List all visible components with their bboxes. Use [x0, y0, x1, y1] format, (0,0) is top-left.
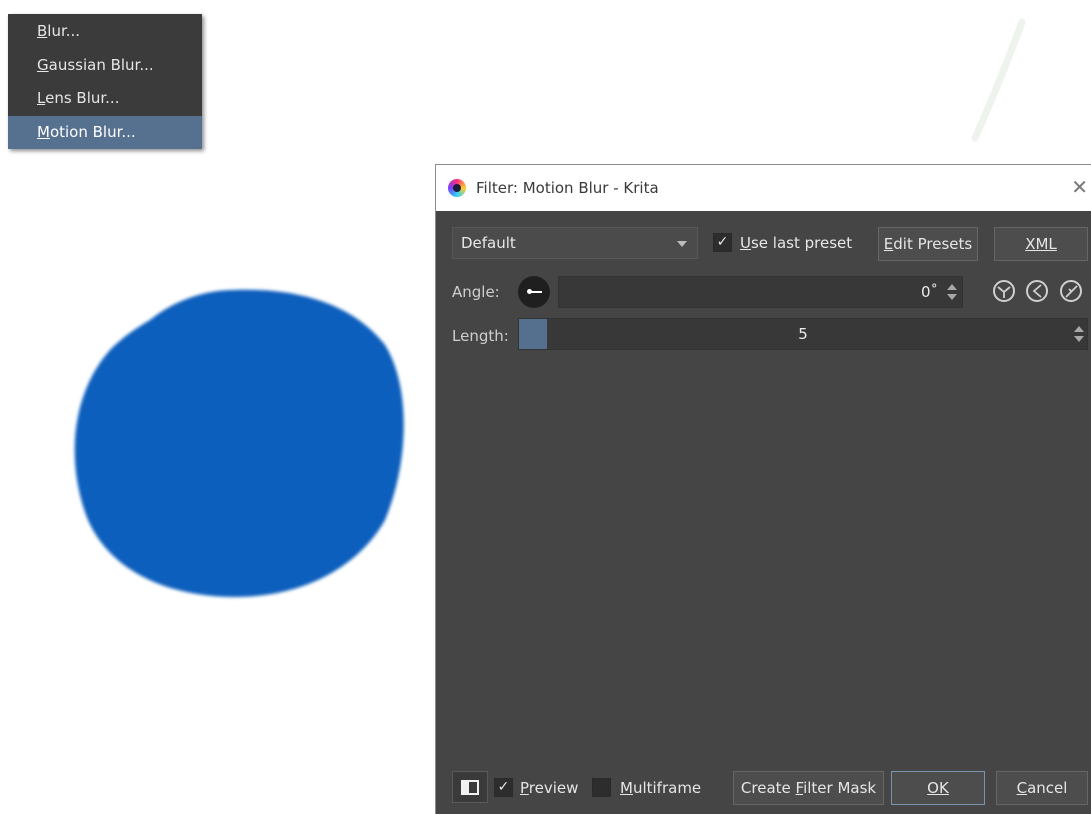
multiframe-mnemonic: M	[620, 779, 633, 797]
preset-select[interactable]: Default	[452, 227, 698, 259]
create-filter-mask-prefix: Create	[740, 779, 796, 797]
blue-paint-blob	[74, 289, 404, 598]
angle-dial-center	[527, 289, 532, 294]
blur-submenu: Blur... Gaussian Blur... Lens Blur... Mo…	[8, 14, 202, 149]
menu-item-motion-blur-label: otion Blur...	[49, 122, 136, 141]
motion-blur-dialog: Filter: Motion Blur - Krita ✕ Default ✓ …	[435, 164, 1091, 814]
menu-item-gaussian-blur[interactable]: Gaussian Blur...	[8, 49, 202, 83]
preview-text: review	[528, 779, 579, 797]
use-last-preset-checkbox[interactable]: ✓	[713, 233, 732, 252]
angle-reset-icon[interactable]	[1026, 280, 1048, 302]
menu-item-blur[interactable]: Blur...	[8, 15, 202, 49]
angle-label: Angle:	[452, 283, 500, 301]
angle-dial-icon[interactable]	[518, 276, 550, 308]
menu-item-motion-blur-mnemonic: M	[37, 122, 50, 141]
use-last-preset-label[interactable]: Use last preset	[740, 233, 852, 253]
close-icon[interactable]: ✕	[1071, 177, 1088, 197]
menu-item-motion-blur[interactable]: Motion Blur...	[8, 115, 202, 149]
menu-item-blur-mnemonic: B	[37, 22, 48, 40]
split-preview-button[interactable]	[452, 771, 488, 803]
preview-label[interactable]: Preview	[520, 778, 578, 798]
menu-item-gaussian-blur-mnemonic: G	[37, 55, 49, 74]
cancel-text: ancel	[1027, 779, 1068, 797]
edit-presets-text: dit Presets	[893, 235, 973, 253]
create-filter-mask-button[interactable]: Create Filter Mask	[733, 771, 884, 805]
dialog-title: Filter: Motion Blur - Krita	[476, 179, 659, 197]
menu-item-lens-blur-mnemonic: L	[37, 89, 46, 107]
cancel-mnemonic: C	[1016, 779, 1028, 797]
create-filter-mask-text: ilter Mask	[803, 779, 877, 797]
edit-presets-button[interactable]: Edit Presets	[878, 227, 978, 261]
preview-checkbox[interactable]: ✓	[494, 778, 513, 797]
menu-item-lens-blur-label: ens Blur...	[45, 89, 120, 107]
multiframe-checkbox[interactable]	[592, 778, 611, 797]
angle-spinner[interactable]	[946, 282, 958, 302]
length-value: 5	[798, 325, 808, 343]
length-slider[interactable]: 5	[518, 318, 1088, 350]
edit-presets-mnemonic: E	[883, 235, 894, 253]
krita-icon	[448, 179, 466, 197]
menu-item-lens-blur[interactable]: Lens Blur...	[8, 82, 202, 116]
angle-direction-icon[interactable]	[1060, 280, 1082, 302]
ok-text: K	[938, 779, 949, 797]
menu-item-blur-label: lur...	[47, 22, 81, 40]
angle-input[interactable]: 0˚	[558, 276, 963, 308]
ok-button[interactable]: OK	[891, 771, 985, 805]
create-filter-mask-mnemonic: F	[795, 779, 804, 797]
preset-row: Default ✓ Use last preset Edit Presets X…	[436, 227, 1091, 261]
dialog-titlebar[interactable]: Filter: Motion Blur - Krita ✕	[436, 165, 1091, 211]
xml-mnemonic: X	[1025, 235, 1036, 253]
length-spinner[interactable]	[1073, 324, 1085, 344]
ok-mnemonic: O	[927, 779, 939, 797]
xml-text: ML	[1035, 235, 1057, 253]
angle-value: 0˚	[920, 283, 938, 301]
preview-mnemonic: P	[520, 779, 529, 797]
use-last-preset-mnemonic: U	[740, 234, 751, 252]
dialog-button-row: ✓ Preview Multiframe Create Filter Mask …	[436, 769, 1091, 805]
length-label: Length:	[452, 327, 509, 345]
split-preview-icon	[461, 780, 479, 795]
cancel-button[interactable]: Cancel	[996, 771, 1088, 805]
angle-snap-icon[interactable]	[993, 280, 1015, 302]
xml-button[interactable]: XML	[994, 227, 1088, 261]
preset-select-value: Default	[461, 234, 516, 252]
multiframe-label[interactable]: Multiframe	[620, 778, 701, 798]
menu-item-gaussian-blur-label: aussian Blur...	[48, 55, 154, 74]
use-last-preset-text: se last preset	[750, 234, 853, 252]
multiframe-text: ultiframe	[632, 779, 702, 797]
chevron-down-icon	[677, 241, 687, 247]
faint-stroke	[971, 18, 1026, 142]
